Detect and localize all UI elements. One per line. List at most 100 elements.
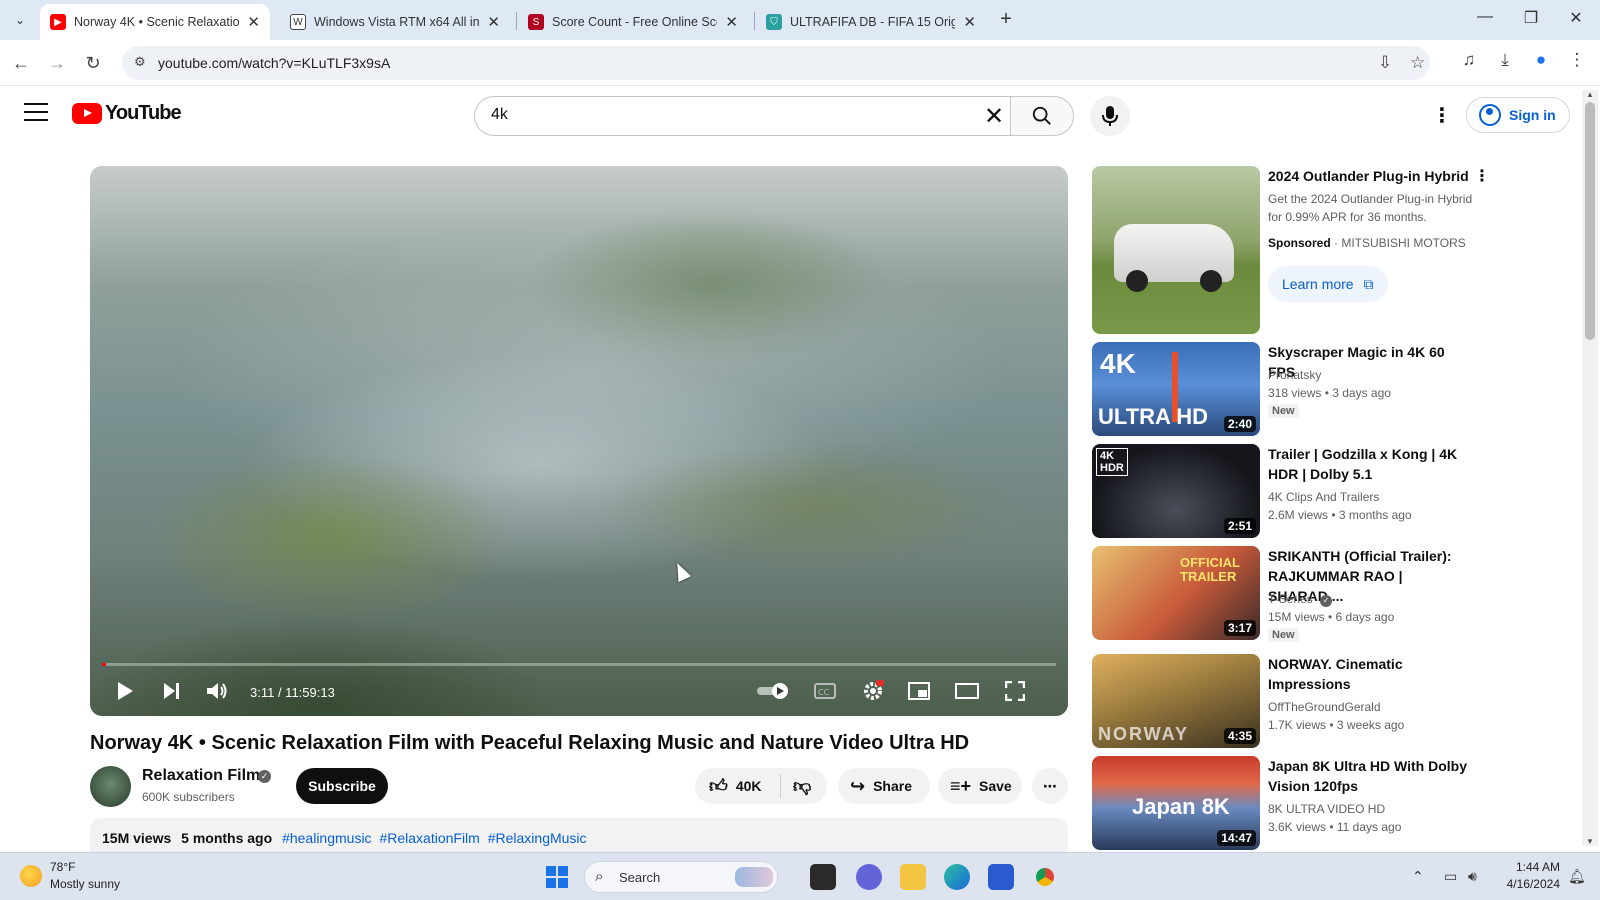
video-channel[interactable]: T-Series ✓ — [1268, 592, 1333, 607]
sidebar-video[interactable]: Japan 8K 14:47 Japan 8K Ultra HD With Do… — [1092, 756, 1484, 850]
weather-sun-icon[interactable] — [20, 865, 42, 887]
tab-close-icon[interactable]: ✕ — [963, 13, 976, 31]
settings-more-icon[interactable]: ⋮ — [1432, 103, 1452, 128]
sidebar-video[interactable]: OFFICIAL TRAILER 3:17 SRIKANTH (Official … — [1092, 546, 1484, 642]
weather-temperature[interactable]: 78°F — [50, 860, 75, 874]
video-thumbnail[interactable]: Japan 8K 14:47 — [1092, 756, 1260, 850]
next-button[interactable] — [156, 676, 186, 706]
chrome-icon[interactable] — [1032, 864, 1058, 890]
new-tab-icon[interactable]: + — [994, 8, 1018, 31]
video-thumbnail[interactable]: OFFICIAL TRAILER 3:17 — [1092, 546, 1260, 640]
address-bar[interactable]: ⚙ youtube.com/watch?v=KLuTLF3x9sA ⇩ ☆ — [122, 46, 1430, 80]
youtube-logo[interactable]: YouTube — [72, 102, 182, 125]
video-title-link[interactable]: NORWAY. Cinematic Impressions — [1268, 654, 1474, 694]
sidebar-video[interactable]: 4K HDR 2:51 Trailer | Godzilla x Kong | 4… — [1092, 444, 1484, 538]
network-icon[interactable]: ▭ — [1444, 868, 1457, 885]
forward-icon[interactable]: → — [44, 50, 70, 76]
captions-button[interactable]: CC — [810, 676, 840, 706]
volume-button[interactable] — [202, 676, 232, 706]
edge-icon[interactable] — [944, 864, 970, 890]
verified-icon: ✓ — [1320, 595, 1333, 607]
share-button[interactable]: ↪ Share — [838, 768, 930, 804]
search-input[interactable] — [491, 106, 931, 124]
minimize-icon[interactable]: — — [1470, 8, 1500, 26]
video-player[interactable]: 3:11 / 11:59:13 CC — [90, 166, 1068, 716]
window-close-icon[interactable]: ✕ — [1561, 8, 1591, 28]
tab-windows-vista[interactable]: W Windows Vista RTM x64 All in O ✕ — [280, 4, 510, 40]
video-channel[interactable]: 8K ULTRA VIDEO HD — [1268, 802, 1385, 816]
store-icon[interactable] — [988, 864, 1014, 890]
speaker-icon[interactable]: 🔊︎ — [1468, 868, 1477, 885]
hashtag-link[interactable]: #healingmusic — [282, 830, 372, 846]
video-channel[interactable]: Prohatsky — [1268, 368, 1321, 382]
profile-icon[interactable]: ● — [1528, 50, 1554, 70]
voice-search-button[interactable] — [1090, 96, 1130, 136]
video-channel[interactable]: OffTheGroundGerald — [1268, 700, 1381, 714]
video-thumbnail[interactable]: 4K ULTRA HD 2:40 — [1092, 342, 1260, 436]
autoplay-toggle[interactable] — [754, 676, 794, 706]
ad-title[interactable]: 2024 Outlander Plug-in Hybrid — [1268, 166, 1474, 186]
tab-search-icon[interactable]: ⌄ — [8, 8, 32, 32]
more-actions-button[interactable]: ⋯ — [1032, 768, 1068, 804]
video-thumbnail[interactable]: NORWAY 4:35 — [1092, 654, 1260, 748]
task-view-icon[interactable] — [810, 864, 836, 890]
sidebar-video[interactable]: 4K ULTRA HD 2:40 Skyscraper Magic in 4K … — [1092, 342, 1484, 436]
sidebar-ad[interactable]: 2024 Outlander Plug-in Hybrid Get the 20… — [1092, 166, 1490, 334]
tab-youtube[interactable]: ▶ Norway 4K • Scenic Relaxation F ✕ — [40, 4, 270, 40]
search-button[interactable] — [1010, 96, 1074, 136]
clock-date[interactable]: 4/16/2024 — [1500, 877, 1560, 891]
downloads-icon[interactable]: ⤓ — [1492, 50, 1518, 70]
ad-thumbnail[interactable] — [1092, 166, 1260, 334]
hashtag-link[interactable]: #RelaxationFilm — [379, 830, 479, 846]
sidebar-video[interactable]: NORWAY 4:35 NORWAY. Cinematic Impression… — [1092, 654, 1484, 748]
chat-icon[interactable] — [856, 864, 882, 890]
back-icon[interactable]: ← — [8, 50, 34, 76]
learn-more-button[interactable]: Learn more ⧉ — [1268, 266, 1388, 302]
bookmark-star-icon[interactable]: ☆ — [1410, 53, 1425, 73]
tray-chevron-icon[interactable]: ⌃ — [1412, 868, 1424, 885]
miniplayer-button[interactable] — [904, 676, 934, 706]
save-button[interactable]: ≡+ Save — [938, 768, 1022, 804]
theater-mode-button[interactable] — [952, 676, 982, 706]
ad-more-icon[interactable]: ⋮ — [1474, 166, 1490, 186]
scroll-up-icon[interactable]: ▲ — [1585, 90, 1595, 99]
weather-description[interactable]: Mostly sunny — [50, 877, 120, 891]
video-title-link[interactable]: Japan 8K Ultra HD With Dolby Vision 120f… — [1268, 756, 1474, 796]
site-info-icon[interactable]: ⚙ — [134, 54, 152, 72]
progress-bar[interactable] — [102, 663, 1056, 666]
tab-score-count[interactable]: S Score Count - Free Online Scori ✕ — [518, 4, 748, 40]
media-control-icon[interactable]: ♫ — [1456, 50, 1482, 70]
scrollbar-thumb[interactable] — [1585, 102, 1595, 340]
video-thumbnail[interactable]: 4K HDR 2:51 — [1092, 444, 1260, 538]
tab-ultrafifa[interactable]: ⛉ ULTRAFIFA DB - FIFA 15 Origina ✕ — [756, 4, 986, 40]
tab-close-icon[interactable]: ✕ — [487, 13, 500, 31]
subscribe-button[interactable]: Subscribe — [296, 768, 388, 804]
install-app-icon[interactable]: ⇩ — [1378, 53, 1392, 73]
sign-in-button[interactable]: Sign in — [1466, 97, 1570, 133]
play-button[interactable] — [110, 676, 140, 706]
tab-close-icon[interactable]: ✕ — [725, 13, 738, 31]
taskbar-search[interactable]: ⌕ Search — [584, 861, 778, 893]
hamburger-menu-icon[interactable] — [24, 103, 48, 121]
channel-avatar[interactable] — [90, 766, 131, 807]
file-explorer-icon[interactable] — [900, 864, 926, 890]
like-button[interactable]: 👍︎ 40K — [695, 774, 781, 798]
settings-button[interactable] — [858, 676, 888, 706]
tab-close-icon[interactable]: ✕ — [247, 13, 260, 31]
youtube-favicon-icon: ▶ — [50, 14, 66, 30]
windows-start-icon[interactable] — [546, 866, 568, 888]
reload-icon[interactable]: ↻ — [80, 50, 106, 76]
fullscreen-button[interactable] — [1000, 676, 1030, 706]
video-channel[interactable]: 4K Clips And Trailers — [1268, 490, 1379, 504]
hashtag-link[interactable]: #RelaxingMusic — [488, 830, 587, 846]
video-title-link[interactable]: Trailer | Godzilla x Kong | 4K HDR | Dol… — [1268, 444, 1474, 484]
dislike-button[interactable]: 👎︎ — [781, 775, 811, 797]
page-scrollbar[interactable]: ▲ ▼ — [1582, 90, 1598, 846]
clear-search-icon[interactable]: ✕ — [980, 102, 1008, 131]
notification-bell-icon[interactable]: 🔔︎ — [1568, 868, 1586, 885]
browser-menu-icon[interactable]: ⋮ — [1564, 50, 1590, 70]
channel-name[interactable]: Relaxation Film — [142, 767, 260, 785]
clock-time[interactable]: 1:44 AM — [1500, 860, 1560, 874]
maximize-icon[interactable]: ❐ — [1516, 8, 1546, 28]
scroll-down-icon[interactable]: ▼ — [1585, 837, 1595, 846]
